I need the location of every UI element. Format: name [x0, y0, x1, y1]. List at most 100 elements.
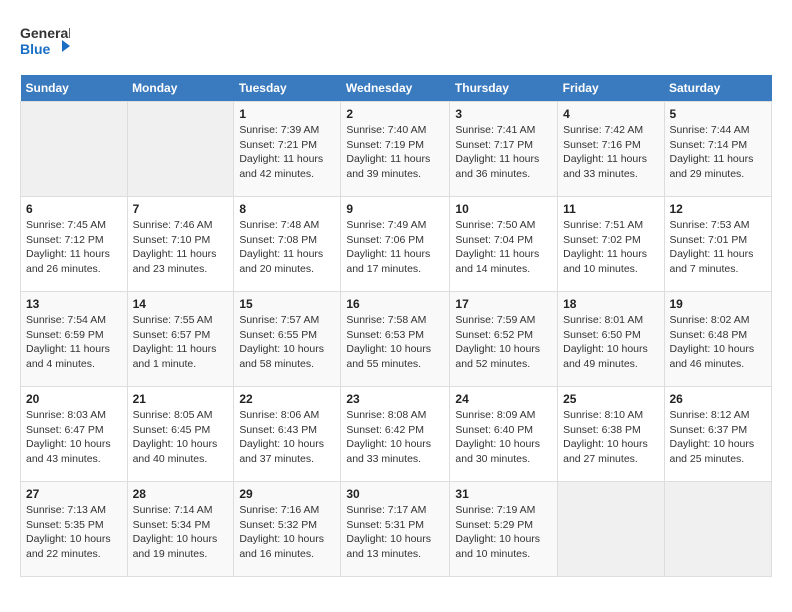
day-cell: 3 Sunrise: 7:41 AM Sunset: 7:17 PM Daylig…: [450, 102, 558, 197]
day-cell: [127, 102, 234, 197]
svg-text:Blue: Blue: [20, 41, 51, 57]
week-row-3: 13 Sunrise: 7:54 AM Sunset: 6:59 PM Dayli…: [21, 292, 772, 387]
day-info: Sunrise: 7:45 AM Sunset: 7:12 PM Dayligh…: [26, 218, 122, 277]
day-info: Sunrise: 7:48 AM Sunset: 7:08 PM Dayligh…: [239, 218, 335, 277]
week-row-1: 1 Sunrise: 7:39 AM Sunset: 7:21 PM Daylig…: [21, 102, 772, 197]
day-cell: 7Sunrise: 7:46 AM Sunset: 7:10 PM Daylig…: [127, 197, 234, 292]
day-info: Sunrise: 7:44 AM Sunset: 7:14 PM Dayligh…: [670, 123, 767, 182]
day-info: Sunrise: 7:39 AM Sunset: 7:21 PM Dayligh…: [239, 123, 335, 182]
page-header: General Blue: [20, 20, 772, 65]
day-number: 14: [133, 297, 229, 311]
day-cell: 24 Sunrise: 8:09 AM Sunset: 6:40 PM Dayli…: [450, 387, 558, 482]
day-info: Sunrise: 7:59 AM Sunset: 6:52 PM Dayligh…: [455, 313, 552, 372]
day-number: 30: [346, 487, 444, 501]
day-cell: 18 Sunrise: 8:01 AM Sunset: 6:50 PM Dayli…: [558, 292, 664, 387]
day-number: 24: [455, 392, 552, 406]
day-cell: 26Sunrise: 8:12 AM Sunset: 6:37 PM Dayli…: [664, 387, 772, 482]
day-info: Sunrise: 8:05 AM Sunset: 6:45 PM Dayligh…: [133, 408, 229, 467]
day-info: Sunrise: 7:54 AM Sunset: 6:59 PM Dayligh…: [26, 313, 122, 372]
column-header-thursday: Thursday: [450, 75, 558, 102]
column-header-monday: Monday: [127, 75, 234, 102]
day-info: Sunrise: 8:06 AM Sunset: 6:43 PM Dayligh…: [239, 408, 335, 467]
day-number: 4: [563, 107, 658, 121]
day-number: 15: [239, 297, 335, 311]
day-info: Sunrise: 7:42 AM Sunset: 7:16 PM Dayligh…: [563, 123, 658, 182]
day-cell: 8 Sunrise: 7:48 AM Sunset: 7:08 PM Daylig…: [234, 197, 341, 292]
day-info: Sunrise: 7:50 AM Sunset: 7:04 PM Dayligh…: [455, 218, 552, 277]
day-number: 28: [133, 487, 229, 501]
day-info: Sunrise: 7:51 AM Sunset: 7:02 PM Dayligh…: [563, 218, 658, 277]
day-number: 6: [26, 202, 122, 216]
day-cell: 21 Sunrise: 8:05 AM Sunset: 6:45 PM Dayli…: [127, 387, 234, 482]
day-cell: 14Sunrise: 7:55 AM Sunset: 6:57 PM Dayli…: [127, 292, 234, 387]
column-header-wednesday: Wednesday: [341, 75, 450, 102]
day-cell: 30 Sunrise: 7:17 AM Sunset: 5:31 PM Dayli…: [341, 482, 450, 577]
day-number: 1: [239, 107, 335, 121]
day-number: 8: [239, 202, 335, 216]
day-number: 2: [346, 107, 444, 121]
column-header-friday: Friday: [558, 75, 664, 102]
calendar-table: SundayMondayTuesdayWednesdayThursdayFrid…: [20, 75, 772, 577]
day-cell: 19Sunrise: 8:02 AM Sunset: 6:48 PM Dayli…: [664, 292, 772, 387]
week-row-2: 6 Sunrise: 7:45 AM Sunset: 7:12 PM Daylig…: [21, 197, 772, 292]
day-info: Sunrise: 7:40 AM Sunset: 7:19 PM Dayligh…: [346, 123, 444, 182]
week-row-4: 20 Sunrise: 8:03 AM Sunset: 6:47 PM Dayli…: [21, 387, 772, 482]
day-cell: 28Sunrise: 7:14 AM Sunset: 5:34 PM Dayli…: [127, 482, 234, 577]
day-cell: 17Sunrise: 7:59 AM Sunset: 6:52 PM Dayli…: [450, 292, 558, 387]
day-cell: 27Sunrise: 7:13 AM Sunset: 5:35 PM Dayli…: [21, 482, 128, 577]
day-number: 22: [239, 392, 335, 406]
day-number: 3: [455, 107, 552, 121]
day-number: 23: [346, 392, 444, 406]
day-info: Sunrise: 7:58 AM Sunset: 6:53 PM Dayligh…: [346, 313, 444, 372]
day-cell: 23 Sunrise: 8:08 AM Sunset: 6:42 PM Dayli…: [341, 387, 450, 482]
day-cell: 10 Sunrise: 7:50 AM Sunset: 7:04 PM Dayli…: [450, 197, 558, 292]
day-info: Sunrise: 7:57 AM Sunset: 6:55 PM Dayligh…: [239, 313, 335, 372]
day-number: 18: [563, 297, 658, 311]
day-info: Sunrise: 8:08 AM Sunset: 6:42 PM Dayligh…: [346, 408, 444, 467]
day-number: 16: [346, 297, 444, 311]
column-header-sunday: Sunday: [21, 75, 128, 102]
day-info: Sunrise: 7:46 AM Sunset: 7:10 PM Dayligh…: [133, 218, 229, 277]
logo: General Blue: [20, 20, 70, 65]
day-number: 10: [455, 202, 552, 216]
day-cell: [558, 482, 664, 577]
day-cell: 12 Sunrise: 7:53 AM Sunset: 7:01 PM Dayli…: [664, 197, 772, 292]
day-info: Sunrise: 7:49 AM Sunset: 7:06 PM Dayligh…: [346, 218, 444, 277]
day-info: Sunrise: 7:41 AM Sunset: 7:17 PM Dayligh…: [455, 123, 552, 182]
day-info: Sunrise: 8:12 AM Sunset: 6:37 PM Dayligh…: [670, 408, 767, 467]
day-number: 5: [670, 107, 767, 121]
day-info: Sunrise: 8:03 AM Sunset: 6:47 PM Dayligh…: [26, 408, 122, 467]
day-info: Sunrise: 8:09 AM Sunset: 6:40 PM Dayligh…: [455, 408, 552, 467]
header-row: SundayMondayTuesdayWednesdayThursdayFrid…: [21, 75, 772, 102]
day-info: Sunrise: 7:13 AM Sunset: 5:35 PM Dayligh…: [26, 503, 122, 562]
day-info: Sunrise: 7:17 AM Sunset: 5:31 PM Dayligh…: [346, 503, 444, 562]
day-cell: 20 Sunrise: 8:03 AM Sunset: 6:47 PM Dayli…: [21, 387, 128, 482]
day-cell: 6 Sunrise: 7:45 AM Sunset: 7:12 PM Daylig…: [21, 197, 128, 292]
day-cell: 25 Sunrise: 8:10 AM Sunset: 6:38 PM Dayli…: [558, 387, 664, 482]
day-number: 20: [26, 392, 122, 406]
day-cell: 11 Sunrise: 7:51 AM Sunset: 7:02 PM Dayli…: [558, 197, 664, 292]
day-number: 21: [133, 392, 229, 406]
day-number: 29: [239, 487, 335, 501]
week-row-5: 27Sunrise: 7:13 AM Sunset: 5:35 PM Dayli…: [21, 482, 772, 577]
day-cell: [664, 482, 772, 577]
day-info: Sunrise: 7:53 AM Sunset: 7:01 PM Dayligh…: [670, 218, 767, 277]
day-number: 13: [26, 297, 122, 311]
day-cell: 15 Sunrise: 7:57 AM Sunset: 6:55 PM Dayli…: [234, 292, 341, 387]
column-header-saturday: Saturday: [664, 75, 772, 102]
day-cell: 13 Sunrise: 7:54 AM Sunset: 6:59 PM Dayli…: [21, 292, 128, 387]
day-cell: 1 Sunrise: 7:39 AM Sunset: 7:21 PM Daylig…: [234, 102, 341, 197]
day-number: 11: [563, 202, 658, 216]
day-cell: 29Sunrise: 7:16 AM Sunset: 5:32 PM Dayli…: [234, 482, 341, 577]
svg-text:General: General: [20, 25, 70, 41]
day-info: Sunrise: 8:01 AM Sunset: 6:50 PM Dayligh…: [563, 313, 658, 372]
day-cell: [21, 102, 128, 197]
day-number: 31: [455, 487, 552, 501]
day-number: 12: [670, 202, 767, 216]
day-number: 9: [346, 202, 444, 216]
day-cell: 2 Sunrise: 7:40 AM Sunset: 7:19 PM Daylig…: [341, 102, 450, 197]
day-info: Sunrise: 8:10 AM Sunset: 6:38 PM Dayligh…: [563, 408, 658, 467]
day-number: 25: [563, 392, 658, 406]
day-cell: 4 Sunrise: 7:42 AM Sunset: 7:16 PM Daylig…: [558, 102, 664, 197]
day-cell: 9 Sunrise: 7:49 AM Sunset: 7:06 PM Daylig…: [341, 197, 450, 292]
